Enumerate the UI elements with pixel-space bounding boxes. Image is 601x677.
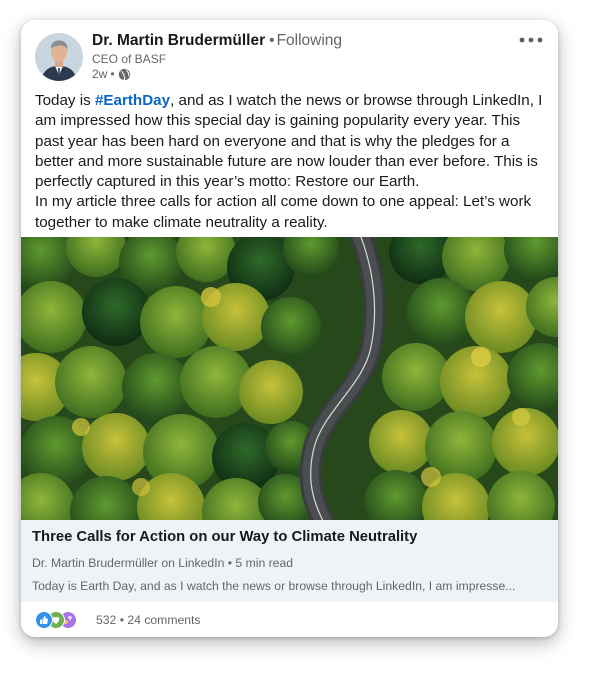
post-card: Dr. Martin Brudermüller • Following CEO of… xyxy=(21,20,558,637)
post-header: Dr. Martin Brudermüller • Following CEO of… xyxy=(21,20,558,90)
forest-road-image xyxy=(21,237,558,520)
author-avatar[interactable] xyxy=(35,33,83,81)
post-meta: 2w • xyxy=(92,67,131,81)
author-name[interactable]: Dr. Martin Brudermüller xyxy=(92,32,265,49)
author-line: Dr. Martin Brudermüller • Following xyxy=(92,32,342,50)
more-options-button[interactable] xyxy=(518,30,544,50)
meta-separator: • xyxy=(110,67,115,81)
hashtag-link[interactable]: #EarthDay xyxy=(95,92,170,109)
reaction-icons[interactable] xyxy=(35,611,95,629)
follow-status: Following xyxy=(276,32,343,49)
article-preview[interactable]: Three Calls for Action on our Way to Cli… xyxy=(21,520,558,602)
post-body: Today is #EarthDay, and as I watch the n… xyxy=(35,91,550,233)
author-title: CEO of BASF xyxy=(92,52,167,66)
article-title[interactable]: Three Calls for Action on our Way to Cli… xyxy=(32,529,417,545)
globe-icon xyxy=(118,68,131,81)
post-timestamp[interactable]: 2w xyxy=(92,67,107,81)
separator-dot: • xyxy=(269,32,275,49)
article-meta: Dr. Martin Brudermüller on LinkedIn • 5 … xyxy=(32,556,293,570)
social-counts-bar: 532 • 24 comments xyxy=(21,602,558,637)
article-image[interactable] xyxy=(21,237,558,520)
author-photo xyxy=(35,33,83,81)
article-snippet: Today is Earth Day, and as I watch the n… xyxy=(32,579,516,593)
post-paragraph-1: Today is #EarthDay, and as I watch the n… xyxy=(35,91,550,192)
more-horizontal-icon xyxy=(519,37,543,43)
post-paragraph-2: In my article three calls for action all… xyxy=(35,193,532,231)
post-text-start: Today is xyxy=(35,92,95,109)
reaction-comment-counts[interactable]: 532 • 24 comments xyxy=(96,613,201,627)
like-icon xyxy=(35,611,53,629)
